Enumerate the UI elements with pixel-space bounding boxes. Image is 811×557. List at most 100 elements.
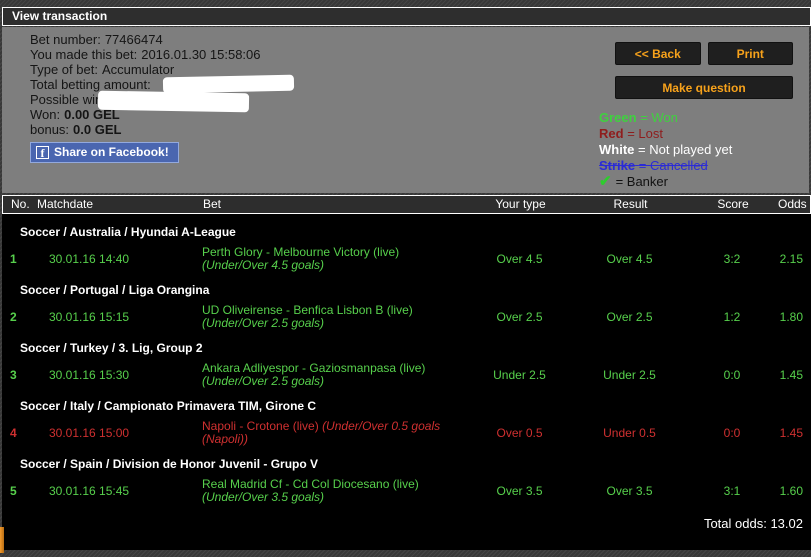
bet-date-value: 2016.01.30 15:58:06 bbox=[141, 47, 261, 62]
bet-name: Real Madrid Cf - Cd Col Diocesano (live) bbox=[202, 477, 419, 491]
bet-detail: (Under/Over 2.5 goals) bbox=[202, 316, 325, 330]
row-result: Under 2.5 bbox=[603, 368, 656, 382]
make-question-button[interactable]: Make question bbox=[615, 76, 793, 99]
row-score: 3:1 bbox=[723, 484, 741, 498]
won-label: Won: bbox=[30, 107, 61, 122]
col-your-type: Your type bbox=[495, 197, 546, 211]
betting-amount-label: Total betting amount: bbox=[30, 77, 151, 92]
total-odds-label: Total odds: bbox=[703, 516, 767, 531]
row-score: 0:0 bbox=[723, 426, 741, 440]
row-date: 30.01.16 14:40 bbox=[49, 252, 130, 266]
legend-won: Green = Won bbox=[599, 110, 678, 125]
bet-number-value: 77466474 bbox=[104, 32, 163, 47]
redaction-blob-amount bbox=[162, 74, 295, 94]
bonus-label: bonus: bbox=[30, 122, 70, 137]
table-row: 5 30.01.16 15:45 Real Madrid Cf - Cd Col… bbox=[2, 478, 811, 504]
bet-detail: (Under/Over 2.5 goals) bbox=[202, 374, 325, 388]
row-bet: Real Madrid Cf - Cd Col Diocesano (live)… bbox=[202, 478, 467, 504]
bonus-value: 0.0 GEL bbox=[73, 122, 122, 137]
legend-cancelled: Strike = Cancelled bbox=[599, 158, 708, 173]
row-date: 30.01.16 15:00 bbox=[49, 426, 130, 440]
league-group: Soccer / Spain / Division de Honor Juven… bbox=[2, 446, 811, 504]
bet-number-line: Bet number: 77466474 bbox=[30, 32, 261, 47]
row-odds: 1.80 bbox=[779, 310, 803, 324]
bet-type-label: Type of bet: bbox=[30, 62, 98, 77]
bet-name: Napoli - Crotone (live) bbox=[202, 419, 319, 433]
col-bet: Bet bbox=[203, 197, 222, 211]
checkmark-icon: ✔ bbox=[599, 173, 612, 190]
table-row: 4 30.01.16 15:00 Napoli - Crotone (live)… bbox=[2, 420, 811, 446]
league-header: Soccer / Turkey / 3. Lig, Group 2 bbox=[20, 341, 203, 355]
row-no: 3 bbox=[10, 368, 17, 382]
share-facebook-button[interactable]: f Share on Facebook! bbox=[30, 142, 179, 163]
legend-not-played: White = Not played yet bbox=[599, 142, 733, 157]
row-your-type: Under 2.5 bbox=[493, 368, 546, 382]
row-score: 0:0 bbox=[723, 368, 741, 382]
bet-name: Ankara Adliyespor - Gaziosmanpasa (live) bbox=[202, 361, 426, 375]
view-transaction-window: View transaction Bet number: 77466474 You… bbox=[0, 0, 811, 557]
color-legend: Green = Won Red = Lost White = Not playe… bbox=[599, 110, 793, 190]
possible-win-label: Possible win bbox=[30, 92, 103, 107]
row-result: Under 0.5 bbox=[603, 426, 656, 440]
bets-table: No. Matchdate Bet Your type Result Score… bbox=[2, 195, 811, 550]
row-date: 30.01.16 15:45 bbox=[49, 484, 130, 498]
league-header: Soccer / Australia / Hyundai A-League bbox=[20, 225, 236, 239]
page-title: View transaction bbox=[2, 7, 811, 26]
row-bet: Napoli - Crotone (live) (Under/Over 0.5 … bbox=[202, 420, 467, 446]
league-group: Soccer / Turkey / 3. Lig, Group 2 3 30.0… bbox=[2, 330, 811, 388]
row-no: 4 bbox=[10, 426, 17, 440]
row-no: 5 bbox=[10, 484, 17, 498]
league-group: Soccer / Portugal / Liga Orangina 2 30.0… bbox=[2, 272, 811, 330]
bet-type-value: Accumulator bbox=[101, 62, 175, 77]
league-group: Soccer / Australia / Hyundai A-League 1 … bbox=[2, 214, 811, 272]
col-no: No. bbox=[11, 197, 30, 211]
row-bet: UD Oliveirense - Benfica Lisbon B (live)… bbox=[202, 304, 467, 330]
table-header: No. Matchdate Bet Your type Result Score… bbox=[2, 195, 811, 214]
table-row: 3 30.01.16 15:30 Ankara Adliyespor - Gaz… bbox=[2, 362, 811, 388]
row-score: 1:2 bbox=[723, 310, 741, 324]
bet-date-line: You made this bet: 2016.01.30 15:58:06 bbox=[30, 47, 261, 62]
row-your-type: Over 3.5 bbox=[496, 484, 543, 498]
col-matchdate: Matchdate bbox=[37, 197, 94, 211]
row-date: 30.01.16 15:30 bbox=[49, 368, 130, 382]
edge-accent-strip bbox=[0, 527, 4, 553]
row-bet: Ankara Adliyespor - Gaziosmanpasa (live)… bbox=[202, 362, 467, 388]
legend-banker: ✔ = Banker bbox=[599, 173, 668, 190]
share-facebook-label: Share on Facebook! bbox=[54, 145, 169, 159]
row-score: 3:2 bbox=[723, 252, 741, 266]
league-header: Soccer / Portugal / Liga Orangina bbox=[20, 283, 210, 297]
info-panel: Bet number: 77466474 You made this bet: 20… bbox=[2, 27, 809, 193]
row-no: 1 bbox=[10, 252, 17, 266]
row-no: 2 bbox=[10, 310, 17, 324]
row-your-type: Over 0.5 bbox=[496, 426, 543, 440]
table-row: 2 30.01.16 15:15 UD Oliveirense - Benfic… bbox=[2, 304, 811, 330]
bet-date-label: You made this bet: bbox=[30, 47, 138, 62]
row-odds: 1.60 bbox=[779, 484, 803, 498]
row-odds: 2.15 bbox=[779, 252, 803, 266]
print-button[interactable]: Print bbox=[707, 42, 793, 65]
bet-type-line: Type of bet: Accumulator bbox=[30, 62, 261, 77]
facebook-icon: f bbox=[36, 145, 49, 159]
row-your-type: Over 4.5 bbox=[496, 252, 543, 266]
back-button[interactable]: << Back bbox=[615, 42, 701, 65]
legend-lost: Red = Lost bbox=[599, 126, 663, 141]
row-result: Over 4.5 bbox=[606, 252, 653, 266]
bet-detail: (Under/Over 3.5 goals) bbox=[202, 490, 325, 504]
league-header: Soccer / Italy / Campionato Primavera TI… bbox=[20, 399, 317, 413]
row-your-type: Over 2.5 bbox=[496, 310, 543, 324]
row-result: Over 3.5 bbox=[606, 484, 653, 498]
row-result: Over 2.5 bbox=[606, 310, 653, 324]
redaction-blob-possible-win bbox=[97, 90, 250, 113]
actions-and-legend: << Back Print Make question Green = Won … bbox=[599, 42, 793, 190]
col-odds: Odds bbox=[778, 197, 807, 211]
row-odds: 1.45 bbox=[779, 368, 803, 382]
total-odds-value: 13.02 bbox=[770, 516, 803, 531]
bet-number-label: Bet number: bbox=[30, 32, 101, 47]
bet-detail: (Under/Over 4.5 goals) bbox=[202, 258, 325, 272]
row-date: 30.01.16 15:15 bbox=[49, 310, 130, 324]
col-result: Result bbox=[613, 197, 648, 211]
bet-name: UD Oliveirense - Benfica Lisbon B (live) bbox=[202, 303, 413, 317]
row-odds: 1.45 bbox=[779, 426, 803, 440]
row-bet: Perth Glory - Melbourne Victory (live) (… bbox=[202, 246, 467, 272]
table-row: 1 30.01.16 14:40 Perth Glory - Melbourne… bbox=[2, 246, 811, 272]
